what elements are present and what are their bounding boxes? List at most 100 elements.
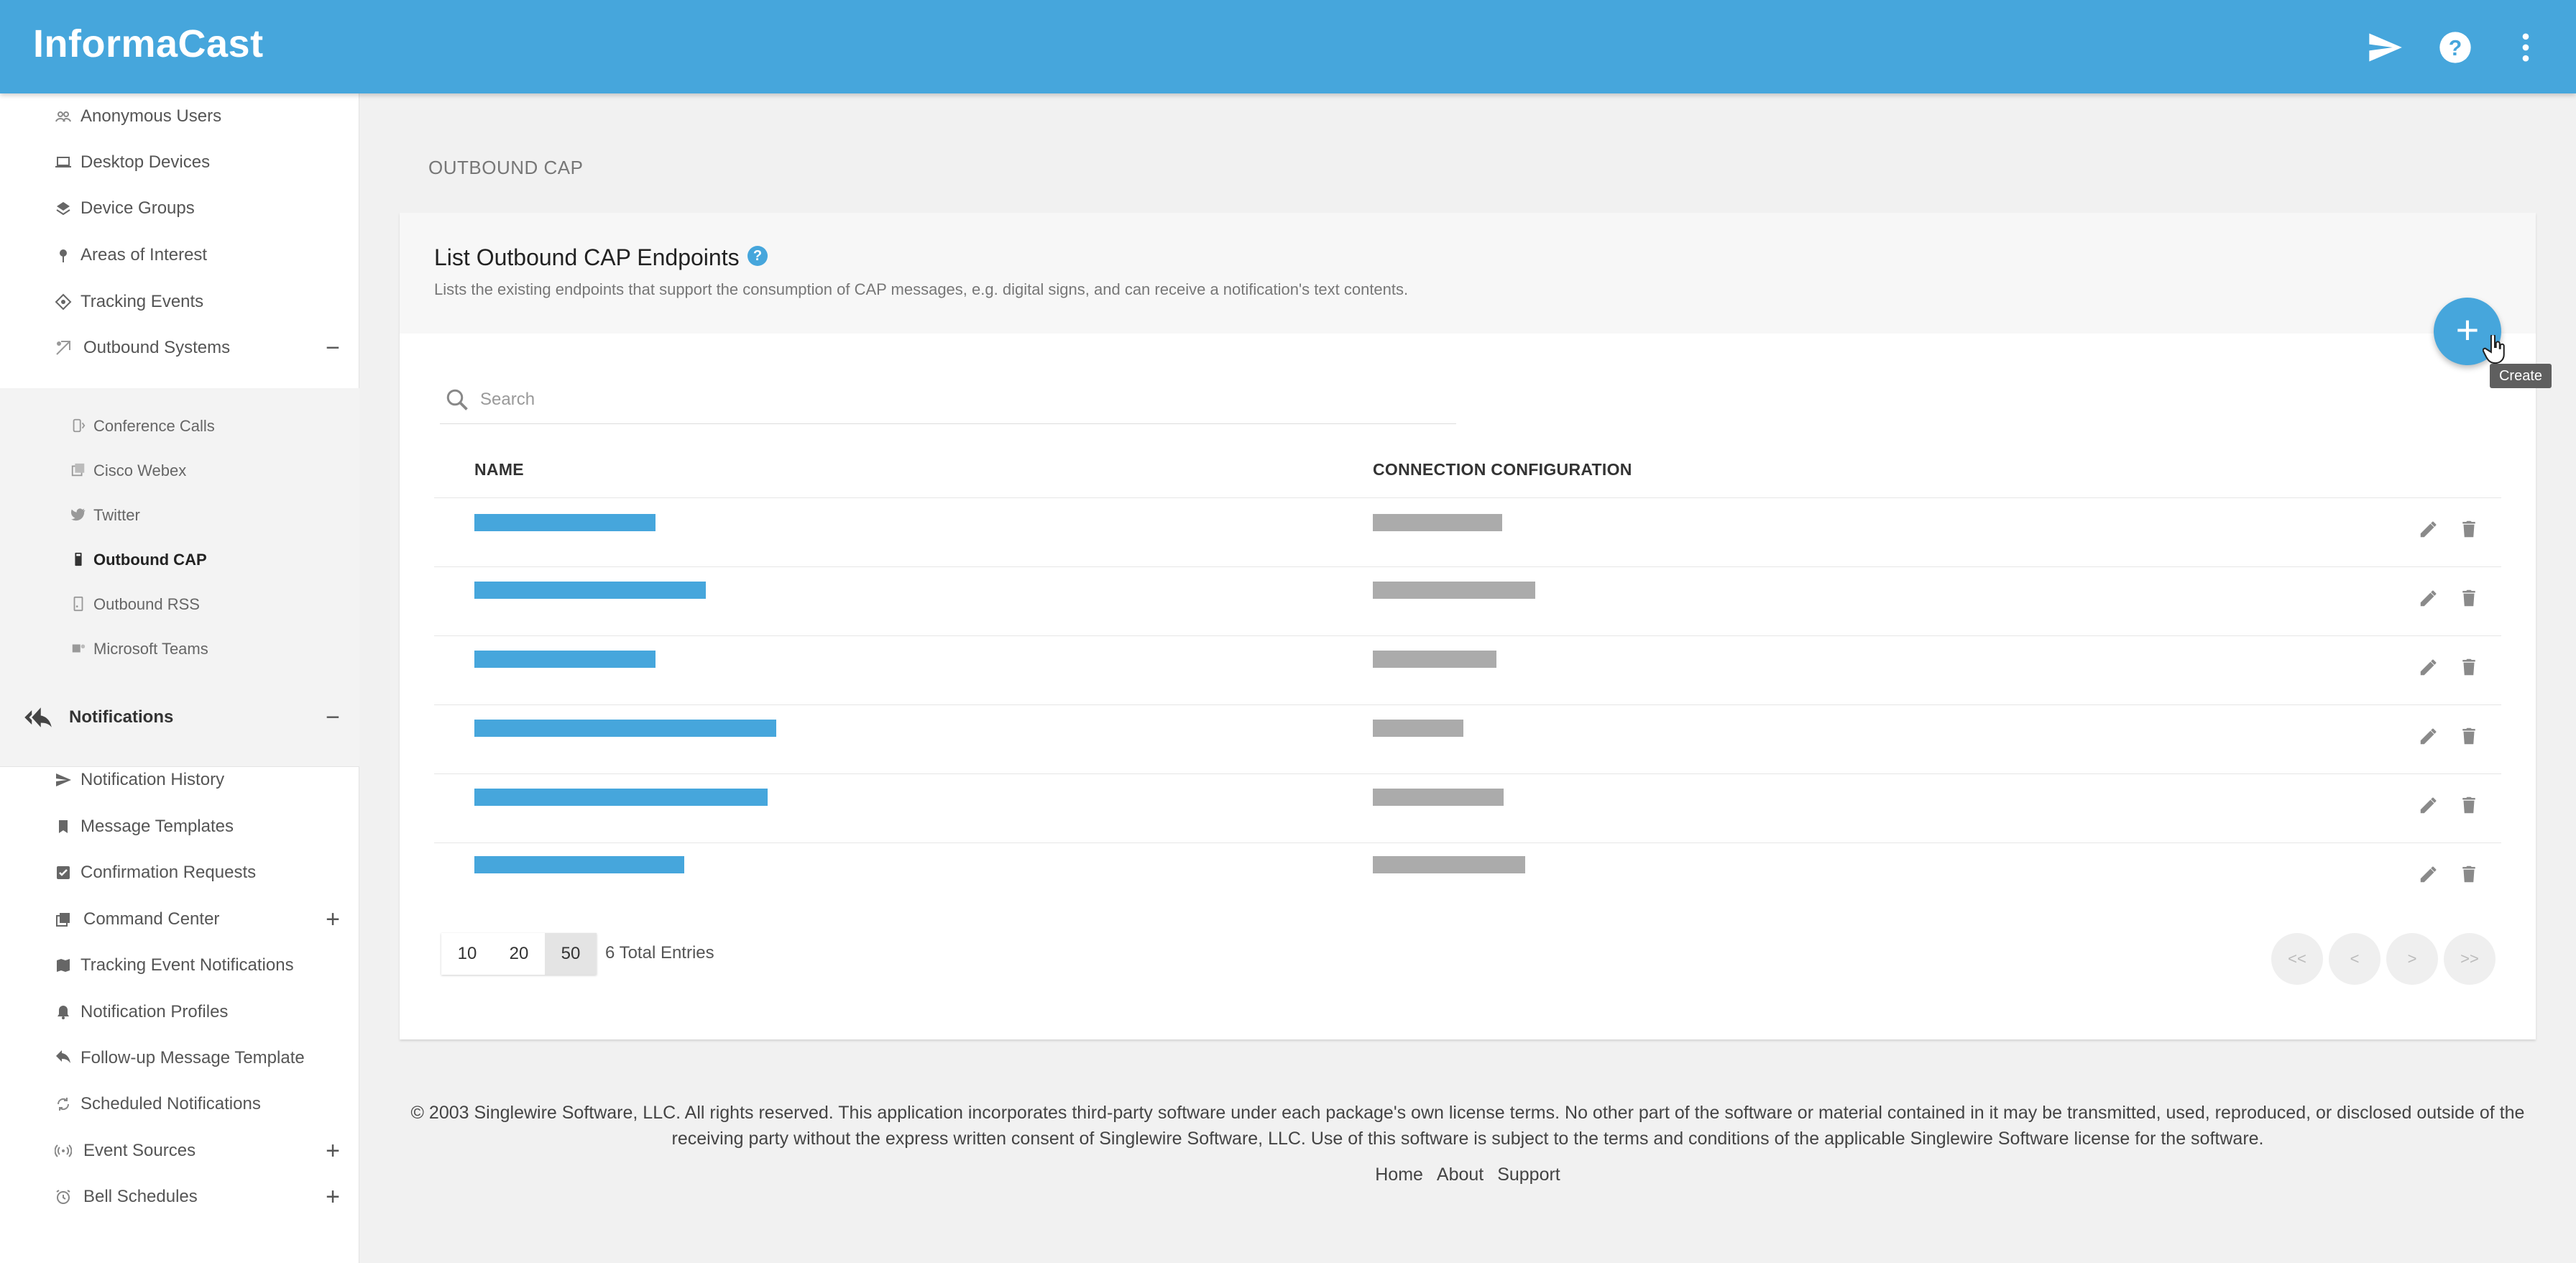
footer-link-about[interactable]: About <box>1437 1165 1484 1185</box>
page-description: Lists the existing endpoints that suppor… <box>434 280 1409 298</box>
sidebar-item-desktop-devices[interactable]: Desktop Devices <box>0 141 359 184</box>
webex-icon <box>70 462 86 478</box>
prev-page-button[interactable]: < <box>2329 933 2380 985</box>
endpoint-name-redacted[interactable] <box>474 720 776 737</box>
sidebar-item-label: Notifications <box>69 707 174 727</box>
edit-icon[interactable] <box>2418 725 2439 747</box>
svg-text:?: ? <box>2449 37 2462 60</box>
edit-icon[interactable] <box>2418 518 2439 540</box>
search-bar <box>440 378 1456 424</box>
sidebar-item-outbound-cap[interactable]: Outbound CAP <box>0 539 359 581</box>
sidebar-item-label: Scheduled Notifications <box>80 1094 261 1113</box>
sidebar-item-event-sources[interactable]: Event Sources + <box>0 1129 359 1172</box>
sidebar-item-label: Conference Calls <box>93 417 215 435</box>
collapse-toggle[interactable]: − <box>322 336 344 360</box>
sidebar-item-label: Follow-up Message Template <box>80 1048 305 1067</box>
sidebar-item-notification-history[interactable]: Notification History <box>0 758 359 802</box>
alarm-icon <box>55 1188 72 1205</box>
table-row <box>434 567 2501 635</box>
delete-icon[interactable] <box>2458 587 2480 609</box>
footer-link-home[interactable]: Home <box>1375 1165 1423 1185</box>
sidebar-item-cisco-webex[interactable]: Cisco Webex <box>0 450 359 492</box>
endpoint-name-redacted[interactable] <box>474 514 656 531</box>
teams-icon <box>70 640 86 656</box>
connection-config-redacted <box>1373 582 1535 599</box>
sidebar-section-notifications[interactable]: Notifications − <box>0 696 359 739</box>
total-entries: 6 Total Entries <box>605 943 714 963</box>
table-row <box>434 843 2501 911</box>
help-icon[interactable]: ? <box>748 246 768 266</box>
table-row <box>434 498 2501 566</box>
outbound-icon <box>55 339 72 357</box>
page-size-50[interactable]: 50 <box>545 933 597 975</box>
endpoint-name-redacted[interactable] <box>474 651 656 668</box>
page-size-20[interactable]: 20 <box>493 933 545 975</box>
edit-icon[interactable] <box>2418 863 2439 885</box>
repeat-icon <box>55 1096 72 1113</box>
edit-icon[interactable] <box>2418 794 2439 816</box>
sidebar-item-outbound-rss[interactable]: Outbound RSS <box>0 584 359 625</box>
sidebar-item-device-groups[interactable]: Device Groups <box>0 187 359 230</box>
target-icon <box>55 293 72 311</box>
connection-config-redacted <box>1373 720 1463 737</box>
sidebar-item-label: Cisco Webex <box>93 461 187 479</box>
breadcrumb: OUTBOUND CAP <box>428 157 584 178</box>
sidebar-item-tracking-events[interactable]: Tracking Events <box>0 280 359 323</box>
more-vert-icon[interactable] <box>2507 29 2544 66</box>
sidebar-item-follow-up-message-template[interactable]: Follow-up Message Template <box>0 1037 359 1080</box>
sidebar-item-label: Confirmation Requests <box>80 863 257 882</box>
sidebar-item-twitter[interactable]: Twitter <box>0 495 359 536</box>
expand-toggle[interactable]: + <box>322 907 344 932</box>
connection-config-redacted <box>1373 789 1504 806</box>
endpoint-name-redacted[interactable] <box>474 789 768 806</box>
app-header: InformaCast ? <box>0 0 2576 93</box>
checkbox-icon <box>55 864 72 881</box>
page-size-10[interactable]: 10 <box>441 933 493 975</box>
bookmark-icon <box>55 818 72 835</box>
sidebar-item-label: Outbound CAP <box>93 551 207 569</box>
delete-icon[interactable] <box>2458 863 2480 885</box>
sidebar-item-bell-schedules[interactable]: Bell Schedules + <box>0 1175 359 1218</box>
sidebar-item-notification-profiles[interactable]: Notification Profiles <box>0 991 359 1034</box>
expand-toggle[interactable]: + <box>322 1185 344 1209</box>
sidebar-item-microsoft-teams[interactable]: Microsoft Teams <box>0 628 359 670</box>
sidebar-item-command-center[interactable]: Command Center + <box>0 898 359 941</box>
column-header-connection[interactable]: CONNECTION CONFIGURATION <box>1373 460 1632 479</box>
sidebar-item-confirmation-requests[interactable]: Confirmation Requests <box>0 851 359 894</box>
sidebar-item-label: Microsoft Teams <box>93 640 208 658</box>
phone-icon <box>70 418 86 433</box>
sidebar-item-label: Device Groups <box>80 198 195 218</box>
endpoint-name-redacted[interactable] <box>474 856 684 873</box>
sidebar-item-label: Tracking Event Notifications <box>80 955 294 975</box>
bell-icon <box>55 1003 72 1021</box>
sidebar-item-conference-calls[interactable]: Conference Calls <box>0 405 359 447</box>
search-input[interactable] <box>480 385 1443 414</box>
edit-icon[interactable] <box>2418 587 2439 609</box>
send-icon[interactable] <box>2366 29 2404 66</box>
sidebar-item-message-templates[interactable]: Message Templates <box>0 805 359 848</box>
help-icon[interactable]: ? <box>2437 29 2474 66</box>
edit-icon[interactable] <box>2418 656 2439 678</box>
last-page-button[interactable]: >> <box>2444 933 2496 985</box>
sidebar-item-label: Twitter <box>93 506 140 524</box>
connection-config-redacted <box>1373 514 1502 531</box>
sidebar-item-scheduled-notifications[interactable]: Scheduled Notifications <box>0 1083 359 1126</box>
sidebar-item-label: Areas of Interest <box>80 245 208 265</box>
next-page-button[interactable]: > <box>2386 933 2438 985</box>
sidebar-item-outbound-systems[interactable]: Outbound Systems − <box>0 326 359 369</box>
footer-link-support[interactable]: Support <box>1497 1165 1560 1185</box>
sidebar-item-areas-of-interest[interactable]: Areas of Interest <box>0 234 359 277</box>
delete-icon[interactable] <box>2458 518 2480 540</box>
sidebar-item-anonymous-users[interactable]: Anonymous Users <box>0 95 359 138</box>
first-page-button[interactable]: << <box>2271 933 2323 985</box>
map-icon <box>55 957 72 974</box>
column-header-name[interactable]: NAME <box>474 460 524 479</box>
sidebar-item-tracking-event-notifications[interactable]: Tracking Event Notifications <box>0 944 359 987</box>
collapse-toggle[interactable]: − <box>322 705 344 730</box>
expand-toggle[interactable]: + <box>322 1139 344 1163</box>
delete-icon[interactable] <box>2458 725 2480 747</box>
endpoint-name-redacted[interactable] <box>474 582 706 599</box>
delete-icon[interactable] <box>2458 656 2480 678</box>
app-logo[interactable]: InformaCast <box>33 22 264 66</box>
delete-icon[interactable] <box>2458 794 2480 816</box>
